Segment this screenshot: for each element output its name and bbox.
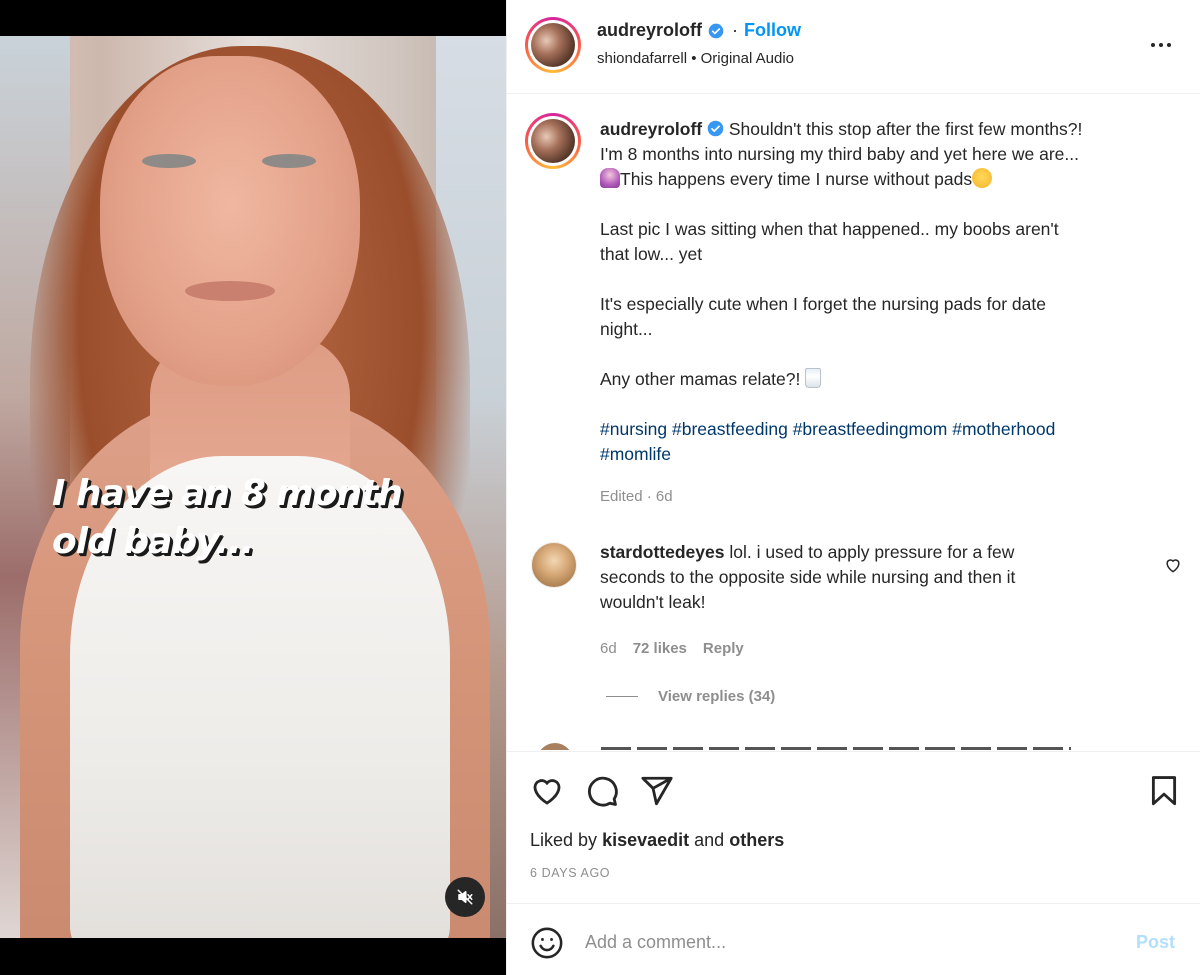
- caption-para2-line2: that low... yet: [600, 244, 703, 264]
- caption-avatar-story-ring[interactable]: [525, 113, 581, 169]
- hashtags: #nursing #breastfeeding #breastfeedingmo…: [600, 417, 1175, 442]
- header-user-row: audreyroloff · Follow: [597, 20, 801, 41]
- caption-para4: Any other mamas relate?!: [600, 369, 801, 389]
- overlay-line-1: I have an 8 month: [52, 473, 403, 514]
- verified-badge-icon: [707, 120, 724, 137]
- comment-line-2: seconds to the opposite side while nursi…: [600, 567, 1016, 587]
- comments-scroll-area[interactable]: audreyroloff Shouldn't this stop after t…: [507, 95, 1200, 750]
- view-replies-button[interactable]: View replies (34): [606, 688, 775, 705]
- liked-by-and: and: [694, 830, 725, 850]
- post-comment-button[interactable]: Post: [1136, 932, 1175, 953]
- post-media: I have an 8 month old baby...: [0, 0, 506, 975]
- caption-text: audreyroloff Shouldn't this stop after t…: [600, 117, 1175, 467]
- like-heart-icon[interactable]: [530, 774, 564, 808]
- liked-by-prefix: Liked by: [530, 830, 598, 850]
- liked-by-others[interactable]: others: [729, 830, 784, 850]
- post-details-panel: audreyroloff · Follow shiondafarrell • O…: [506, 0, 1200, 975]
- comment-time: 6d: [600, 640, 617, 657]
- post-header: audreyroloff · Follow shiondafarrell • O…: [507, 0, 1200, 94]
- hashtag-link[interactable]: #breastfeeding: [672, 419, 788, 439]
- caption-line-3: This happens every time I nurse without …: [620, 169, 973, 189]
- save-bookmark-icon[interactable]: [1147, 774, 1181, 808]
- next-comment-peek: [537, 743, 1137, 750]
- author-username[interactable]: audreyroloff: [597, 20, 702, 41]
- caption-para3-line2: night...: [600, 319, 653, 339]
- separator-dot: ·: [732, 20, 739, 40]
- follow-button[interactable]: Follow: [744, 20, 801, 41]
- caption-username[interactable]: audreyroloff: [600, 119, 702, 139]
- avatar: [531, 23, 575, 67]
- avatar: [531, 119, 575, 163]
- hashtag-link[interactable]: #nursing: [600, 419, 667, 439]
- person-eye-left: [142, 154, 196, 168]
- comment-like-heart-icon[interactable]: [1163, 555, 1183, 575]
- more-horizontal-icon: [1151, 43, 1155, 47]
- hashtag-link[interactable]: #breastfeedingmom: [793, 419, 948, 439]
- comment-line-3: wouldn't leak!: [600, 592, 706, 612]
- commenter-avatar[interactable]: [531, 542, 577, 588]
- comment-line-1: lol. i used to apply pressure for a few: [729, 542, 1015, 562]
- person-face: [100, 56, 360, 386]
- person-eye-right: [262, 154, 316, 168]
- verified-badge-icon: [708, 23, 724, 38]
- comment-text: stardottedeyes lol. i used to apply pres…: [600, 540, 1100, 615]
- post-date: 6 DAYS AGO: [530, 866, 611, 880]
- replies-divider-line: [606, 696, 638, 697]
- mute-button[interactable]: [445, 877, 485, 917]
- audio-attribution[interactable]: shiondafarrell • Original Audio: [597, 50, 794, 67]
- comment-likes-count[interactable]: 72 likes: [633, 640, 687, 657]
- caption-line-2: I'm 8 months into nursing my third baby …: [600, 144, 1079, 164]
- view-replies-label: View replies (34): [658, 688, 776, 705]
- author-avatar-story-ring[interactable]: [525, 17, 581, 73]
- hashtag-link[interactable]: #motherhood: [952, 419, 1055, 439]
- next-commenter-avatar: [537, 743, 573, 750]
- comment-bubble-icon[interactable]: [585, 774, 619, 808]
- more-options-button[interactable]: [1145, 34, 1177, 56]
- comment-input[interactable]: [585, 926, 1115, 958]
- caption-para3-line1: It's especially cute when I forget the n…: [600, 294, 1046, 314]
- woman-facepalming-emoji-icon: [600, 168, 620, 188]
- reply-button[interactable]: Reply: [703, 640, 744, 657]
- caption-line-1: Shouldn't this stop after the first few …: [728, 119, 1083, 139]
- overlay-line-2: old baby...: [52, 521, 254, 562]
- zany-face-emoji-icon: [972, 168, 993, 188]
- next-comment-text-clipped: [601, 747, 1071, 750]
- glass-of-milk-emoji-icon: [805, 368, 822, 388]
- comment-meta: 6d 72 likes Reply: [600, 640, 744, 657]
- commenter-username[interactable]: stardottedeyes: [600, 542, 725, 562]
- caption-edited-timestamp: Edited · 6d: [600, 488, 673, 505]
- add-comment-bar: Post: [507, 903, 1200, 975]
- speaker-muted-icon: [457, 889, 473, 905]
- liked-by-summary: Liked by kisevaedit and others: [530, 830, 784, 851]
- liked-by-user[interactable]: kisevaedit: [602, 830, 689, 850]
- video-overlay-text: I have an 8 month old baby...: [52, 470, 472, 566]
- emoji-picker-icon[interactable]: [530, 926, 564, 960]
- hashtag-link[interactable]: #momlife: [600, 444, 671, 464]
- person-lips: [185, 281, 275, 301]
- more-dot: [1159, 43, 1163, 47]
- post-actions: Liked by kisevaedit and others 6 DAYS AG…: [507, 751, 1200, 903]
- more-dot: [1167, 43, 1171, 47]
- caption-para2-line1: Last pic I was sitting when that happene…: [600, 219, 1059, 239]
- share-paper-plane-icon[interactable]: [640, 774, 674, 808]
